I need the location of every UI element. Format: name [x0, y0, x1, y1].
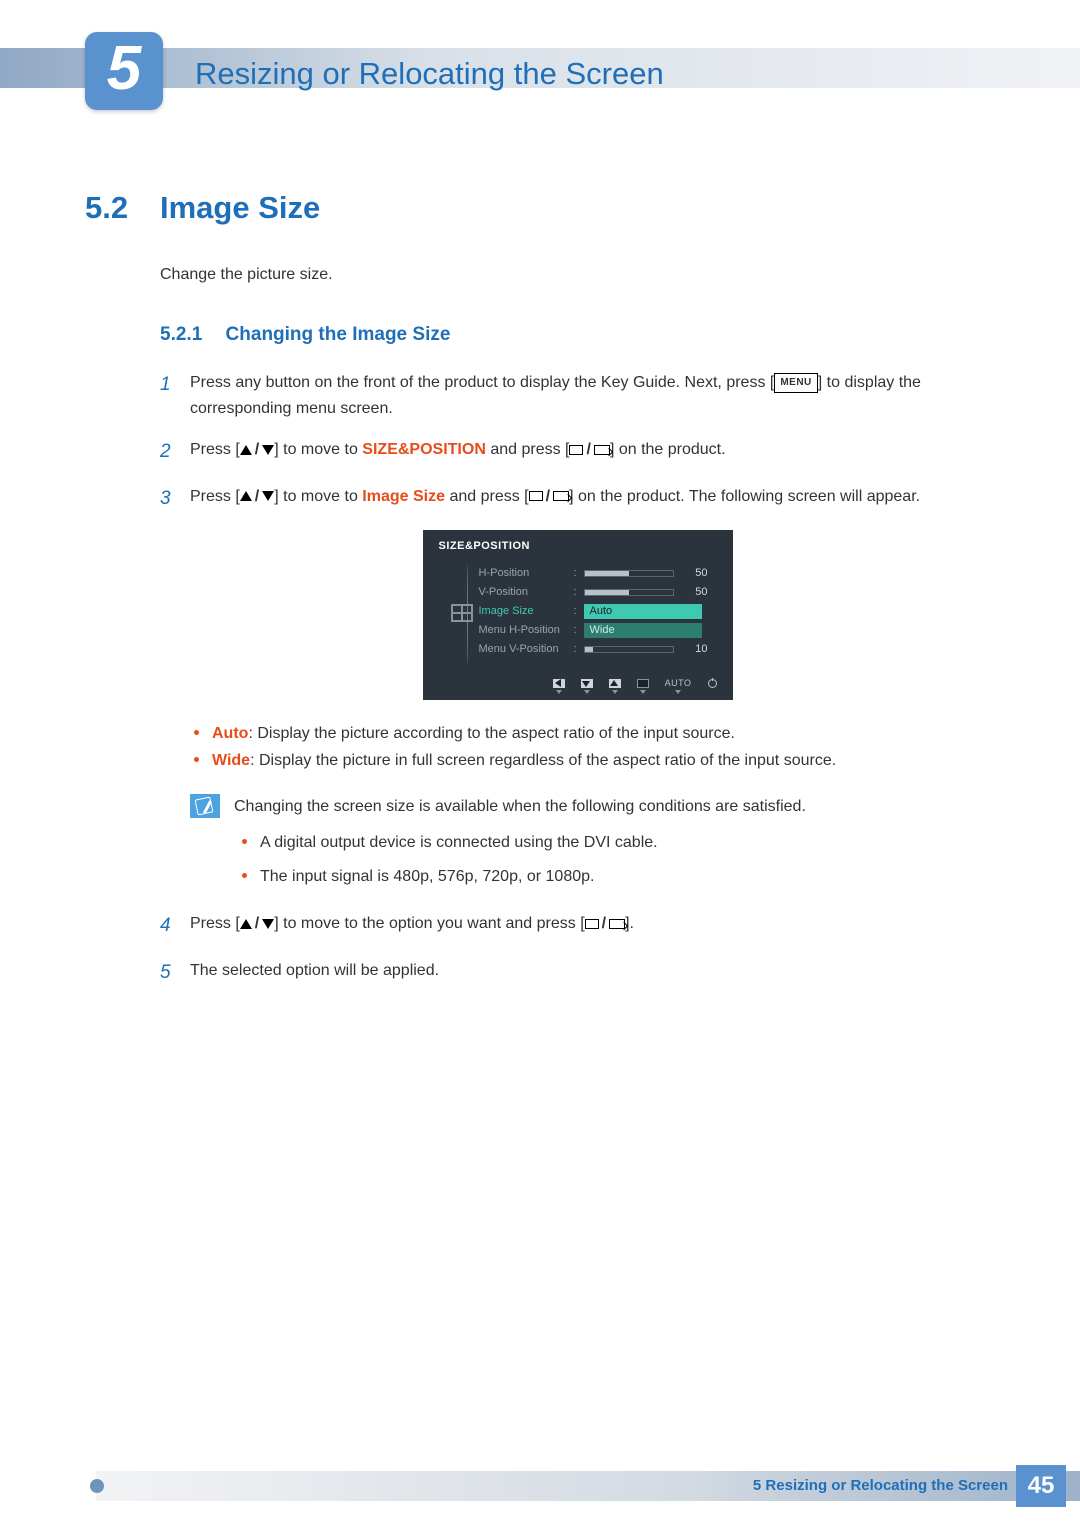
step-text: ] on the product. — [610, 441, 726, 458]
source-enter-icon: / — [529, 484, 569, 510]
step-number: 4 — [160, 911, 190, 941]
page-footer: 5 Resizing or Relocating the Screen 45 — [0, 1465, 1080, 1507]
note-icon — [190, 794, 220, 818]
page-content: 5.2 Image Size Change the picture size. … — [85, 190, 995, 1004]
osd-label: V-Position — [479, 586, 574, 598]
osd-category-icon — [451, 604, 473, 622]
step-text: and press [ — [445, 488, 529, 505]
step-text: and press [ — [486, 441, 570, 458]
step-2: 2 Press [/] to move to SIZE&POSITION and… — [160, 437, 995, 467]
option-wide: Wide: Display the picture in full screen… — [190, 747, 995, 774]
subsection-heading: 5.2.1 Changing the Image Size — [160, 324, 995, 346]
option-auto-desc: : Display the picture according to the a… — [248, 725, 735, 742]
section-intro: Change the picture size. — [160, 266, 995, 284]
osd-down-icon — [581, 679, 593, 694]
option-auto: Auto: Display the picture according to t… — [190, 720, 995, 747]
step-list-continued: 4 Press [/] to move to the option you wa… — [160, 911, 995, 988]
step-text: ] to move to — [274, 488, 362, 505]
osd-row-vposition: V-Position : 50 — [479, 583, 717, 602]
section-number: 5.2 — [85, 190, 160, 226]
up-down-icon: / — [240, 484, 274, 510]
step-text: Press [ — [190, 915, 240, 932]
osd-up-icon — [609, 679, 621, 694]
step-text: Press [ — [190, 488, 240, 505]
osd-label-active: Image Size — [479, 605, 574, 617]
menu-button-icon: MENU — [774, 373, 817, 393]
step-text: ] on the product. The following screen w… — [569, 488, 920, 505]
osd-row-hposition: H-Position : 50 — [479, 564, 717, 583]
option-auto-label: Auto — [212, 725, 248, 742]
step-5: 5 The selected option will be applied. — [160, 958, 995, 988]
osd-power-icon — [708, 679, 717, 694]
osd-auto-icon: AUTO — [665, 679, 692, 694]
osd-screenshot: SIZE&POSITION H-Position : 50 V-Position — [423, 530, 733, 700]
highlight-size-position: SIZE&POSITION — [362, 441, 486, 458]
note-condition-1: A digital output device is connected usi… — [234, 830, 995, 856]
osd-label: Menu V-Position — [479, 643, 574, 655]
osd-row-menu-hposition: Menu H-Position : Wide — [479, 621, 717, 640]
step-number: 2 — [160, 437, 190, 467]
highlight-image-size: Image Size — [362, 488, 445, 505]
osd-enter-icon — [637, 679, 649, 694]
note-block: Changing the screen size is available wh… — [190, 794, 995, 897]
step-text: ] to move to the option you want and pre… — [274, 915, 584, 932]
osd-dropdown-option: Wide — [584, 623, 702, 638]
footer-dot-icon — [90, 1479, 104, 1493]
step-4: 4 Press [/] to move to the option you wa… — [160, 911, 995, 941]
step-number: 1 — [160, 370, 190, 421]
subsection-number: 5.2.1 — [160, 324, 202, 345]
up-down-icon: / — [240, 437, 274, 463]
footer-text: 5 Resizing or Relocating the Screen — [753, 1477, 1008, 1494]
chapter-title: Resizing or Relocating the Screen — [195, 56, 664, 92]
up-down-icon: / — [240, 911, 274, 937]
option-list: Auto: Display the picture according to t… — [190, 720, 995, 774]
section-title: Image Size — [160, 190, 320, 226]
subsection-title: Changing the Image Size — [226, 324, 451, 345]
osd-row-image-size: Image Size : Auto — [479, 602, 717, 621]
osd-title: SIZE&POSITION — [439, 540, 717, 552]
step-list: 1 Press any button on the front of the p… — [160, 370, 995, 514]
section-heading: 5.2 Image Size — [85, 190, 995, 226]
step-1: 1 Press any button on the front of the p… — [160, 370, 995, 421]
page-number: 45 — [1016, 1465, 1066, 1507]
step-text: The selected option will be applied. — [190, 958, 995, 988]
step-number: 3 — [160, 484, 190, 514]
osd-slider — [584, 646, 674, 653]
option-wide-label: Wide — [212, 752, 250, 769]
note-conditions: A digital output device is connected usi… — [234, 830, 995, 889]
step-text: Press any button on the front of the pro… — [190, 374, 774, 391]
osd-value: 50 — [684, 567, 708, 579]
chapter-number-box: 5 — [85, 32, 163, 110]
option-wide-desc: : Display the picture in full screen reg… — [250, 752, 836, 769]
note-condition-2: The input signal is 480p, 576p, 720p, or… — [234, 864, 995, 890]
note-lead: Changing the screen size is available wh… — [234, 798, 806, 815]
osd-slider — [584, 589, 674, 596]
osd-value: 10 — [684, 643, 708, 655]
osd-row-menu-vposition: Menu V-Position : 10 — [479, 640, 717, 659]
osd-label: H-Position — [479, 567, 574, 579]
page-header: 5 Resizing or Relocating the Screen — [0, 32, 1080, 112]
step-text: ] to move to — [274, 441, 362, 458]
osd-label: Menu H-Position — [479, 624, 574, 636]
step-3: 3 Press [/] to move to Image Size and pr… — [160, 484, 995, 514]
osd-slider — [584, 570, 674, 577]
osd-dropdown-selected: Auto — [584, 604, 702, 619]
step-text: Press [ — [190, 441, 240, 458]
source-enter-icon: / — [569, 437, 609, 463]
osd-footer-icons: AUTO — [439, 677, 717, 694]
osd-value: 50 — [684, 586, 708, 598]
osd-back-icon — [553, 679, 565, 694]
source-enter-icon: / — [585, 911, 625, 937]
step-number: 5 — [160, 958, 190, 988]
